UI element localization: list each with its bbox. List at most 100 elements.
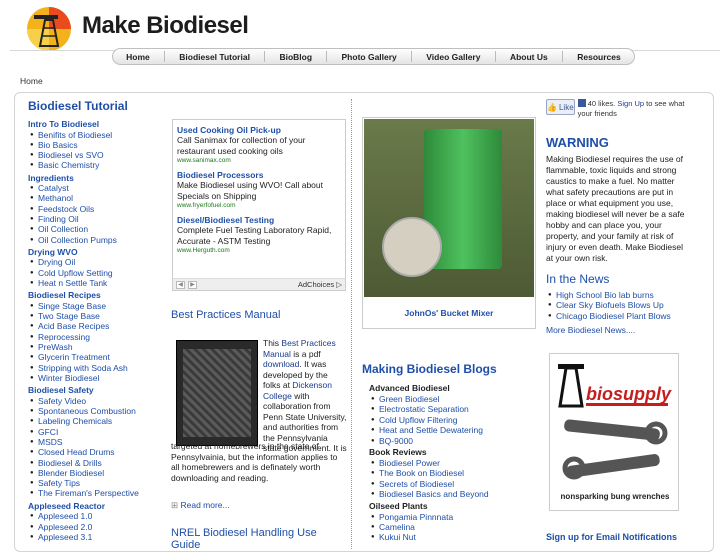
blog-link[interactable]: Secrets of Biodiesel xyxy=(369,479,539,490)
blog-link[interactable]: Green Biodiesel xyxy=(369,394,539,405)
nav-photo-gallery[interactable]: Photo Gallery xyxy=(342,52,397,62)
biosupply-logo[interactable]: biosupply xyxy=(556,360,674,410)
tutorial-link[interactable]: Two Stage Base xyxy=(28,311,164,322)
blog-link[interactable]: Electrostatic Separation xyxy=(369,404,539,415)
tutorial-link[interactable]: Blender Biodiesel xyxy=(28,468,164,479)
facebook-signup-link[interactable]: Sign Up xyxy=(617,99,644,108)
tutorial-link[interactable]: Biodiesel & Drills xyxy=(28,458,164,469)
nav-about-us[interactable]: About Us xyxy=(510,52,548,62)
site-title[interactable]: Make Biodiesel xyxy=(82,12,249,40)
tutorial-link[interactable]: Bio Basics xyxy=(28,140,164,151)
tutorial-link[interactable]: Oil Collection xyxy=(28,224,164,235)
tutorial-link[interactable]: The Fireman's Perspective xyxy=(28,488,164,499)
blog-link[interactable]: BQ-9000 xyxy=(369,436,539,447)
tutorial-section-heading[interactable]: Appleseed Reactor xyxy=(28,501,164,512)
tutorial-link[interactable]: Appleseed 1.0 xyxy=(28,511,164,522)
tutorial-link[interactable]: Winter Biodiesel xyxy=(28,373,164,384)
biosupply-promo[interactable]: biosupply nonsparking bung wrenches xyxy=(549,353,679,511)
blog-link[interactable]: Pongamia Pinnnata xyxy=(369,512,539,523)
tutorial-link[interactable]: Closed Head Drums xyxy=(28,447,164,458)
tutorial-section-heading[interactable]: Intro To Biodiesel xyxy=(28,119,164,130)
tutorial-link[interactable]: Biodiesel vs SVO xyxy=(28,150,164,161)
tutorial-link[interactable]: Singe Stage Base xyxy=(28,301,164,312)
blog-link[interactable]: Biodiesel Basics and Beyond xyxy=(369,489,539,500)
blog-link[interactable]: The Book on Biodiesel xyxy=(369,468,539,479)
download-link[interactable]: download xyxy=(263,359,299,369)
ad-description: Call Sanimax for collection of your rest… xyxy=(177,135,306,156)
blog-link[interactable]: Biodiesel Power xyxy=(369,458,539,469)
ad-title[interactable]: Diesel/Biodiesel Testing xyxy=(177,215,341,225)
tutorial-link[interactable]: Reprocessing xyxy=(28,332,164,343)
nav-home[interactable]: Home xyxy=(126,52,150,62)
tutorial-link[interactable]: PreWash xyxy=(28,342,164,353)
bucket-mixer-photo[interactable] xyxy=(364,119,534,297)
blog-link[interactable]: Heat and Settle Dewatering xyxy=(369,425,539,436)
nav-bioblog[interactable]: BioBlog xyxy=(279,52,312,62)
news-item[interactable]: Chicago Biodiesel Plant Blows xyxy=(546,311,686,322)
news-title[interactable]: In the News xyxy=(546,272,686,286)
thumbs-up-icon: 👍 xyxy=(547,102,557,112)
tutorial-link[interactable]: Appleseed 3.1 xyxy=(28,532,164,543)
tutorial-link[interactable]: Acid Base Recipes xyxy=(28,321,164,332)
ad-title[interactable]: Used Cooking Oil Pick-up xyxy=(177,125,341,135)
tutorial-link[interactable]: Drying Oil xyxy=(28,257,164,268)
ad-prev-icon[interactable]: ◀ xyxy=(176,281,185,289)
blog-group-heading: Book Reviews xyxy=(369,447,427,458)
blog-link[interactable]: Camelina xyxy=(369,522,539,533)
tutorial-link[interactable]: Labeling Chemicals xyxy=(28,416,164,427)
tutorial-link[interactable]: Cold Upflow Setting xyxy=(28,268,164,279)
tutorial-link[interactable]: Feedstock Oils xyxy=(28,204,164,215)
blog-link[interactable]: Cold Upflow Filtering xyxy=(369,415,539,426)
tutorial-link[interactable]: Stripping with Soda Ash xyxy=(28,363,164,374)
blogs-title[interactable]: Making Biodiesel Blogs xyxy=(362,362,497,376)
ad-url[interactable]: www.fryerfofuel.com xyxy=(177,202,341,209)
warning-text: Making Biodiesel requires the use of fla… xyxy=(546,154,685,263)
news-item[interactable]: Clear Sky Biofuels Blows Up xyxy=(546,300,686,311)
photo-card[interactable]: JohnOs' Bucket Mixer xyxy=(362,117,536,329)
tutorial-link[interactable]: Methanol xyxy=(28,193,164,204)
tutorial-link[interactable]: Benifits of Biodiesel xyxy=(28,130,164,141)
blog-group-heading: Advanced Biodiesel xyxy=(369,383,450,393)
tutorial-link[interactable]: GFCI xyxy=(28,427,164,438)
read-more-link[interactable]: Read more... xyxy=(171,500,229,511)
ad-item[interactable]: Used Cooking Oil Pick-up Call Sanimax fo… xyxy=(177,125,341,164)
tutorial-link[interactable]: Appleseed 2.0 xyxy=(28,522,164,533)
adchoices-link[interactable]: AdChoices ▷ xyxy=(298,280,342,289)
email-signup-title[interactable]: Sign up for Email Notifications xyxy=(546,532,677,542)
tutorial-link[interactable]: Oil Collection Pumps xyxy=(28,235,164,246)
ad-item[interactable]: Biodiesel Processors Make Biodiesel usin… xyxy=(177,170,341,209)
tutorial-link[interactable]: Basic Chemistry xyxy=(28,160,164,171)
ad-title[interactable]: Biodiesel Processors xyxy=(177,170,341,180)
tutorial-section-heading[interactable]: Ingredients xyxy=(28,173,164,184)
ad-next-icon[interactable]: ▶ xyxy=(188,281,197,289)
tutorial-section-heading[interactable]: Biodiesel Safety xyxy=(28,385,164,396)
photo-caption[interactable]: JohnOs' Bucket Mixer xyxy=(363,308,535,318)
tutorial-link[interactable]: Safety Video xyxy=(28,396,164,407)
manual-cover-image[interactable] xyxy=(176,340,258,446)
ad-url[interactable]: www.sanimax.com xyxy=(177,157,341,164)
tutorial-link[interactable]: MSDS xyxy=(28,437,164,448)
best-practices-title[interactable]: Best Practices Manual xyxy=(171,309,280,321)
nav-biodiesel-tutorial[interactable]: Biodiesel Tutorial xyxy=(179,52,250,62)
tutorial-section-heading[interactable]: Drying WVO xyxy=(28,247,164,258)
nav-video-gallery[interactable]: Video Gallery xyxy=(426,52,480,62)
tutorial-link[interactable]: Safety Tips xyxy=(28,478,164,489)
nav-resources[interactable]: Resources xyxy=(577,52,620,62)
tutorial-link[interactable]: Heat n Settle Tank xyxy=(28,278,164,289)
tutorial-link[interactable]: Spontaneous Combustion xyxy=(28,406,164,417)
tutorial-link[interactable]: Glycerin Treatment xyxy=(28,352,164,363)
tutorial-title[interactable]: Biodiesel Tutorial xyxy=(28,99,164,113)
breadcrumb[interactable]: Home xyxy=(20,76,43,86)
promo-caption[interactable]: nonsparking bung wrenches xyxy=(550,492,680,501)
blog-link[interactable]: Kukui Nut xyxy=(369,532,539,543)
ad-item[interactable]: Diesel/Biodiesel Testing Complete Fuel T… xyxy=(177,215,341,254)
ad-url[interactable]: www.Herguth.com xyxy=(177,247,341,254)
nrel-title[interactable]: NREL Biodiesel Handling Use Guide xyxy=(171,527,341,551)
tutorial-link[interactable]: Catalyst xyxy=(28,183,164,194)
oil-derrick-logo-icon[interactable] xyxy=(26,6,72,52)
tutorial-link[interactable]: Finding Oil xyxy=(28,214,164,225)
more-news-link[interactable]: More Biodiesel News.... xyxy=(546,325,686,335)
facebook-like-button[interactable]: 👍 Like xyxy=(546,99,575,115)
news-item[interactable]: High School Bio lab burns xyxy=(546,290,686,301)
tutorial-section-heading[interactable]: Biodiesel Recipes xyxy=(28,290,164,301)
